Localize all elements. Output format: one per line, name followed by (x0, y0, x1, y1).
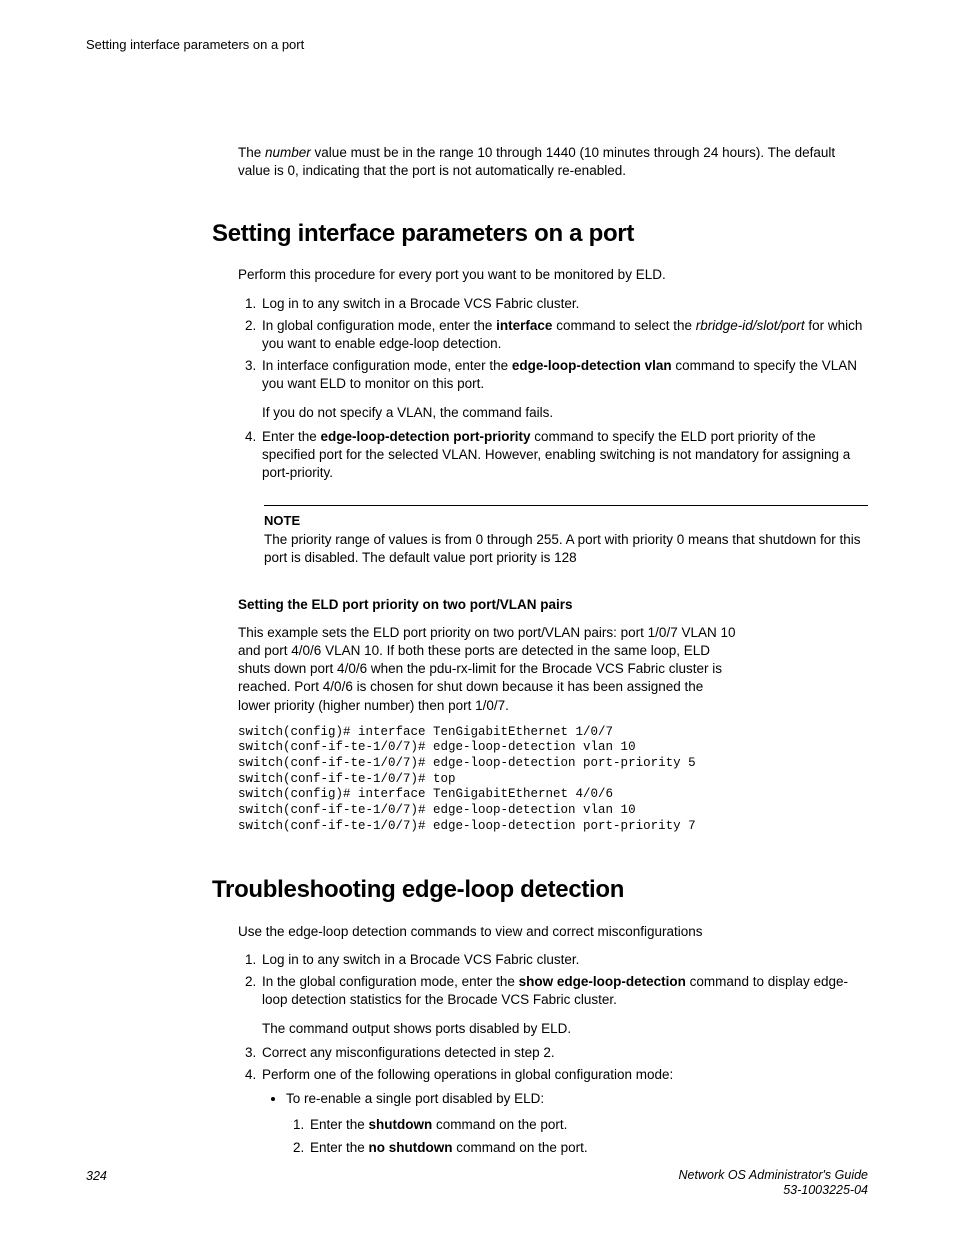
note-label: NOTE (264, 512, 868, 530)
page-footer: 324 Network OS Administrator's Guide 53-… (86, 1168, 868, 1199)
note-text: The priority range of values is from 0 t… (264, 531, 868, 567)
example-paragraph: This example sets the ELD port priority … (238, 624, 738, 715)
text: The (238, 145, 265, 160)
section-1-body: Perform this procedure for every port yo… (238, 266, 868, 834)
show-eld-command: show edge-loop-detection (519, 974, 686, 989)
text: Enter the (262, 429, 321, 444)
footer-docnum: 53-1003225-04 (783, 1183, 868, 1197)
eld-vlan-command: edge-loop-detection vlan (512, 358, 672, 373)
footer-title: Network OS Administrator's Guide (679, 1168, 868, 1182)
section-2-intro: Use the edge-loop detection commands to … (238, 923, 868, 941)
intro-paragraph: The number value must be in the range 10… (238, 144, 868, 180)
text: In the global configuration mode, enter … (262, 974, 519, 989)
step-2: In global configuration mode, enter the … (260, 317, 868, 353)
section-2-body: Use the edge-loop detection commands to … (238, 923, 868, 1157)
text: In interface configuration mode, enter t… (262, 358, 512, 373)
section-1: Setting interface parameters on a port (212, 218, 868, 250)
ts-substep-2: Enter the no shutdown command on the por… (308, 1139, 868, 1157)
text: value must be in the range 10 through 14… (238, 145, 835, 178)
text: In global configuration mode, enter the (262, 318, 496, 333)
running-header: Setting interface parameters on a port (86, 36, 868, 54)
footer-doc-info: Network OS Administrator's Guide 53-1003… (679, 1168, 868, 1199)
section-2: Troubleshooting edge-loop detection (212, 874, 868, 906)
ts-substeps: Enter the shutdown command on the port. … (286, 1116, 868, 1156)
intro-content: The number value must be in the range 10… (238, 144, 868, 180)
interface-command: interface (496, 318, 552, 333)
text: command on the port. (453, 1140, 588, 1155)
eld-priority-command: edge-loop-detection port-priority (321, 429, 531, 444)
rbridge-variable: rbridge-id/slot/port (696, 318, 805, 333)
example-subheading: Setting the ELD port priority on two por… (238, 596, 868, 614)
step-3: In interface configuration mode, enter t… (260, 357, 868, 422)
ts-step-2: In the global configuration mode, enter … (260, 973, 868, 1038)
section-2-steps: Log in to any switch in a Brocade VCS Fa… (238, 951, 868, 1157)
text: Enter the (310, 1140, 369, 1155)
text: Enter the (310, 1117, 369, 1132)
text: To re-enable a single port disabled by E… (286, 1091, 544, 1106)
shutdown-command: shutdown (369, 1117, 433, 1132)
note-block: NOTE The priority range of values is fro… (264, 505, 868, 568)
ts-step-3: Correct any misconfigurations detected i… (260, 1044, 868, 1062)
number-variable: number (265, 145, 311, 160)
section-2-title: Troubleshooting edge-loop detection (212, 874, 868, 906)
code-block: switch(config)# interface TenGigabitEthe… (238, 725, 868, 834)
text: command on the port. (432, 1117, 567, 1132)
step-1: Log in to any switch in a Brocade VCS Fa… (260, 295, 868, 313)
ts-step-1: Log in to any switch in a Brocade VCS Fa… (260, 951, 868, 969)
page: Setting interface parameters on a port T… (0, 0, 954, 1235)
ts-step-4-bullets: To re-enable a single port disabled by E… (262, 1090, 868, 1157)
section-1-steps: Log in to any switch in a Brocade VCS Fa… (238, 295, 868, 483)
section-1-title: Setting interface parameters on a port (212, 218, 868, 250)
note-rule (264, 505, 868, 506)
text: Perform one of the following operations … (262, 1067, 673, 1082)
ts-substep-1: Enter the shutdown command on the port. (308, 1116, 868, 1134)
text: command to select the (552, 318, 695, 333)
step-3-note: If you do not specify a VLAN, the comman… (262, 404, 868, 422)
ts-step-4: Perform one of the following operations … (260, 1066, 868, 1157)
no-shutdown-command: no shutdown (369, 1140, 453, 1155)
ts-bullet-1: To re-enable a single port disabled by E… (286, 1090, 868, 1157)
step-4: Enter the edge-loop-detection port-prior… (260, 428, 868, 483)
page-number: 324 (86, 1168, 107, 1185)
ts-step-2-note: The command output shows ports disabled … (262, 1020, 868, 1038)
section-1-intro: Perform this procedure for every port yo… (238, 266, 868, 284)
